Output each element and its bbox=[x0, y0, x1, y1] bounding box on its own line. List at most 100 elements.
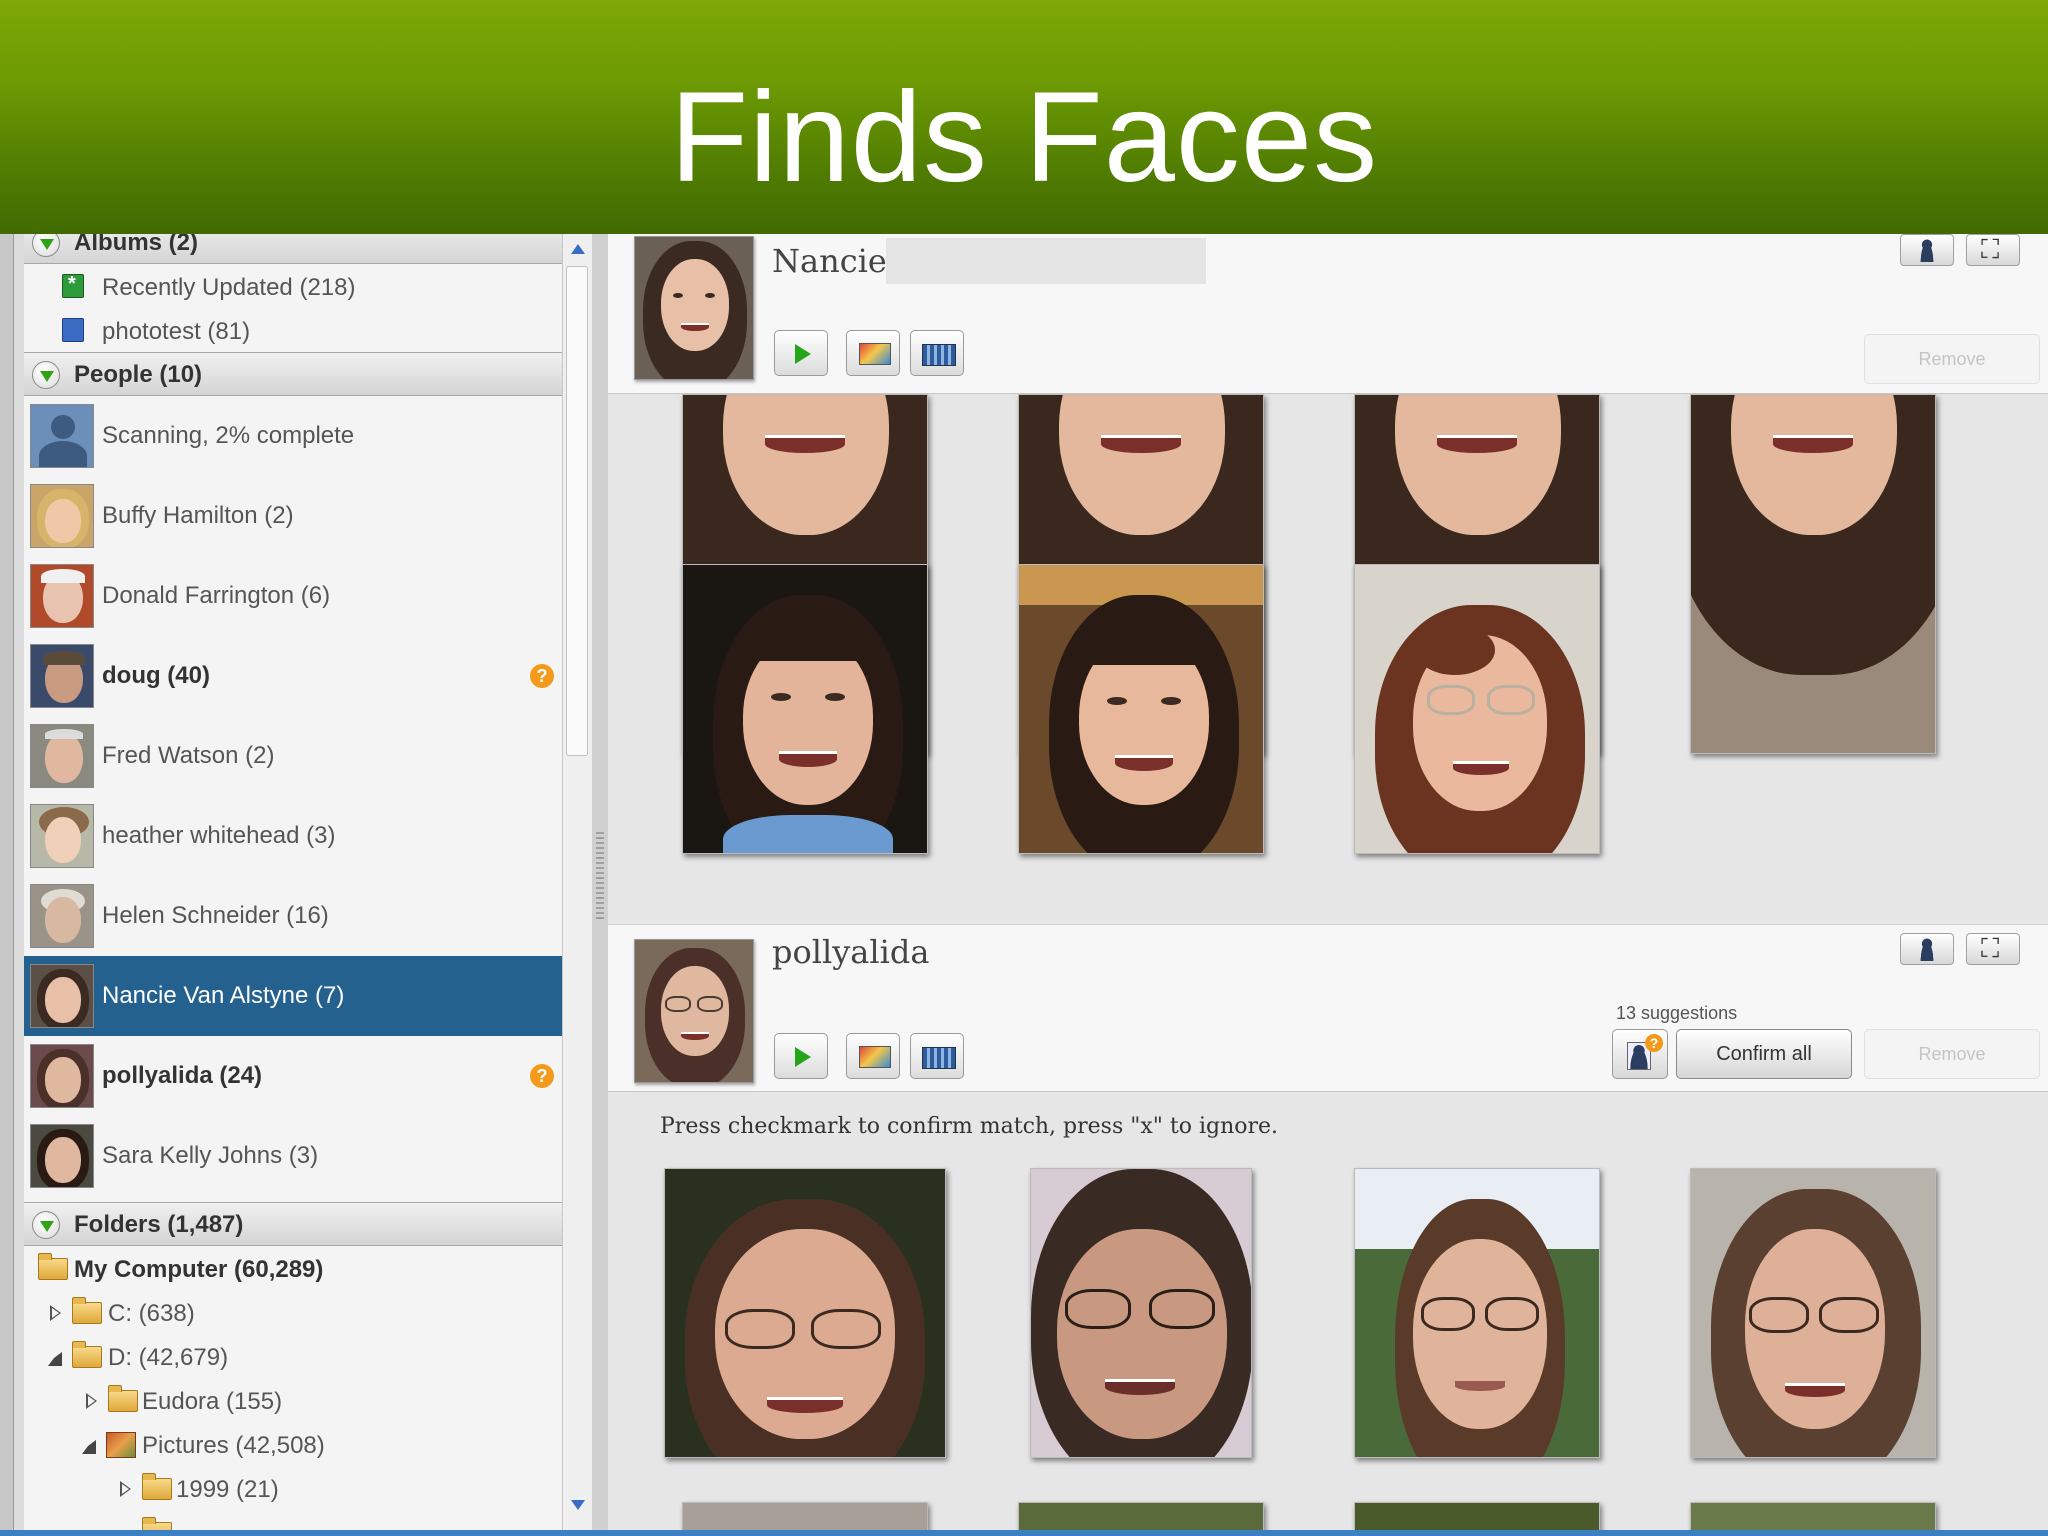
suggested-face-thumbnail[interactable] bbox=[1030, 1168, 1252, 1458]
folder-item-my-computer[interactable]: My Computer (60,289) bbox=[24, 1246, 562, 1290]
person-avatar bbox=[30, 724, 94, 788]
confirm-all-button[interactable]: Confirm all bbox=[1676, 1029, 1852, 1079]
person-name-field[interactable] bbox=[886, 238, 1206, 284]
suggestions-question-icon[interactable]: ? bbox=[530, 1064, 554, 1088]
view-full-photo-button[interactable] bbox=[1966, 234, 2020, 266]
person-label: Scanning, 2% complete bbox=[102, 422, 355, 449]
remove-button[interactable]: Remove bbox=[1864, 1029, 2040, 1079]
person-item-donald-farrington[interactable]: Donald Farrington (6) bbox=[24, 556, 562, 636]
folder-label: 1999 (21) bbox=[176, 1476, 279, 1503]
album-label: Recently Updated (218) bbox=[102, 274, 356, 301]
album-icon bbox=[62, 318, 84, 342]
pictures-folder-icon bbox=[106, 1432, 136, 1458]
collapse-toggle-icon[interactable] bbox=[32, 1211, 60, 1239]
person-photo bbox=[634, 939, 754, 1083]
splitter-grip[interactable] bbox=[596, 832, 604, 922]
folder-item-1999[interactable]: 1999 (21) bbox=[24, 1466, 562, 1510]
people-section-header[interactable]: People (10) bbox=[24, 352, 562, 396]
face-thumbnail[interactable] bbox=[1354, 564, 1600, 854]
folder-icon bbox=[108, 1385, 138, 1412]
play-slideshow-button[interactable] bbox=[774, 1033, 828, 1079]
face-thumbnail[interactable] bbox=[1690, 394, 1936, 754]
person-item-pollyalida[interactable]: pollyalida (24) ? bbox=[24, 1036, 562, 1116]
expand-arrow-icon[interactable] bbox=[120, 1481, 131, 1497]
slide-title: Finds Faces bbox=[669, 66, 1379, 209]
album-label: phototest (81) bbox=[102, 318, 251, 345]
album-item-phototest[interactable]: phototest (81) bbox=[24, 308, 562, 352]
create-collage-button[interactable] bbox=[846, 330, 900, 376]
person-item-scanning[interactable]: Scanning, 2% complete bbox=[24, 396, 562, 476]
scroll-thumb[interactable] bbox=[566, 266, 588, 756]
person-label: Donald Farrington (6) bbox=[102, 582, 331, 609]
face-thumbnail[interactable] bbox=[682, 564, 928, 854]
view-faces-button[interactable] bbox=[1900, 234, 1954, 266]
person-avatar bbox=[30, 804, 94, 868]
unknown-person-icon bbox=[30, 404, 94, 468]
folders-section-header[interactable]: Folders (1,487) bbox=[24, 1202, 562, 1246]
person-label: heather whitehead (3) bbox=[102, 822, 336, 849]
scroll-down-arrow-icon[interactable] bbox=[563, 1490, 593, 1520]
view-full-photo-button[interactable] bbox=[1966, 933, 2020, 965]
folder-icon bbox=[72, 1341, 102, 1368]
create-movie-button[interactable] bbox=[910, 1033, 964, 1079]
albums-section-label: Albums (2) bbox=[74, 234, 199, 256]
collapse-toggle-icon[interactable] bbox=[32, 234, 60, 257]
person-item-helen-schneider[interactable]: Helen Schneider (16) bbox=[24, 876, 562, 956]
people-section-label: People (10) bbox=[74, 361, 203, 388]
folder-icon bbox=[142, 1473, 172, 1500]
folder-item-pictures[interactable]: Pictures (42,508) bbox=[24, 1422, 562, 1466]
person-label: Fred Watson (2) bbox=[102, 742, 275, 769]
person-name-label[interactable]: Nancie bbox=[772, 242, 887, 280]
person-label: Nancie Van Alstyne (7) bbox=[102, 982, 345, 1009]
suggested-face-thumbnail[interactable] bbox=[1690, 1168, 1936, 1458]
folder-item-c-drive[interactable]: C: (638) bbox=[24, 1290, 562, 1334]
sidebar-scrollbar[interactable] bbox=[562, 234, 592, 1536]
scroll-up-arrow-icon[interactable] bbox=[563, 234, 593, 264]
folder-label: My Computer (60,289) bbox=[74, 1256, 324, 1283]
people-main-panel: Nancie Remove bbox=[608, 234, 2048, 1536]
create-movie-button[interactable] bbox=[910, 330, 964, 376]
person-item-sara-kelly-johns[interactable]: Sara Kelly Johns (3) bbox=[24, 1116, 562, 1196]
suggestions-question-icon[interactable]: ? bbox=[530, 664, 554, 688]
confirm-instructions: Press checkmark to confirm match, press … bbox=[660, 1114, 1279, 1139]
folder-label: D: (42,679) bbox=[108, 1344, 229, 1371]
window-edge bbox=[0, 234, 14, 1536]
expand-arrow-icon[interactable] bbox=[50, 1305, 61, 1321]
suggested-face-thumbnail[interactable] bbox=[664, 1168, 946, 1458]
folder-label: Pictures (42,508) bbox=[142, 1432, 325, 1459]
folder-label: C: (638) bbox=[108, 1300, 195, 1327]
person-name-label[interactable]: pollyalida bbox=[772, 933, 929, 971]
face-thumbnail[interactable] bbox=[1018, 564, 1264, 854]
play-slideshow-button[interactable] bbox=[774, 330, 828, 376]
person-label: Buffy Hamilton (2) bbox=[102, 502, 294, 529]
suggestions-count: 13 suggestions bbox=[1616, 1003, 1738, 1023]
collapse-toggle-icon[interactable] bbox=[32, 361, 60, 389]
album-item-recently-updated[interactable]: Recently Updated (218) bbox=[24, 264, 562, 308]
window-bottom-edge bbox=[0, 1530, 2048, 1536]
person-item-buffy-hamilton[interactable]: Buffy Hamilton (2) bbox=[24, 476, 562, 556]
create-collage-button[interactable] bbox=[846, 1033, 900, 1079]
person-item-doug[interactable]: doug (40) ? bbox=[24, 636, 562, 716]
collapse-arrow-icon[interactable] bbox=[48, 1352, 62, 1366]
library-sidebar: Albums (2) Recently Updated (218) photot… bbox=[24, 234, 562, 1536]
view-faces-button[interactable] bbox=[1900, 933, 1954, 965]
remove-button[interactable]: Remove bbox=[1864, 334, 2040, 384]
person-avatar bbox=[30, 964, 94, 1028]
person-item-heather-whitehead[interactable]: heather whitehead (3) bbox=[24, 796, 562, 876]
suggestions-icon-button[interactable] bbox=[1612, 1029, 1668, 1079]
folder-icon bbox=[38, 1253, 68, 1280]
folder-item-eudora[interactable]: Eudora (155) bbox=[24, 1378, 562, 1422]
folder-icon bbox=[72, 1297, 102, 1324]
picasa-window: Albums (2) Recently Updated (218) photot… bbox=[0, 234, 2048, 1536]
folder-label: Eudora (155) bbox=[142, 1388, 283, 1415]
suggested-face-thumbnail[interactable] bbox=[1354, 1168, 1600, 1458]
person-avatar bbox=[30, 884, 94, 948]
expand-arrow-icon[interactable] bbox=[86, 1393, 97, 1409]
recently-updated-album-icon bbox=[62, 273, 84, 298]
collapse-arrow-icon[interactable] bbox=[82, 1440, 96, 1454]
albums-section-header[interactable]: Albums (2) bbox=[24, 234, 562, 264]
pane-splitter[interactable] bbox=[592, 234, 608, 1536]
person-item-fred-watson[interactable]: Fred Watson (2) bbox=[24, 716, 562, 796]
folder-item-d-drive[interactable]: D: (42,679) bbox=[24, 1334, 562, 1378]
person-item-nancie-van-alstyne[interactable]: Nancie Van Alstyne (7) bbox=[24, 956, 562, 1036]
